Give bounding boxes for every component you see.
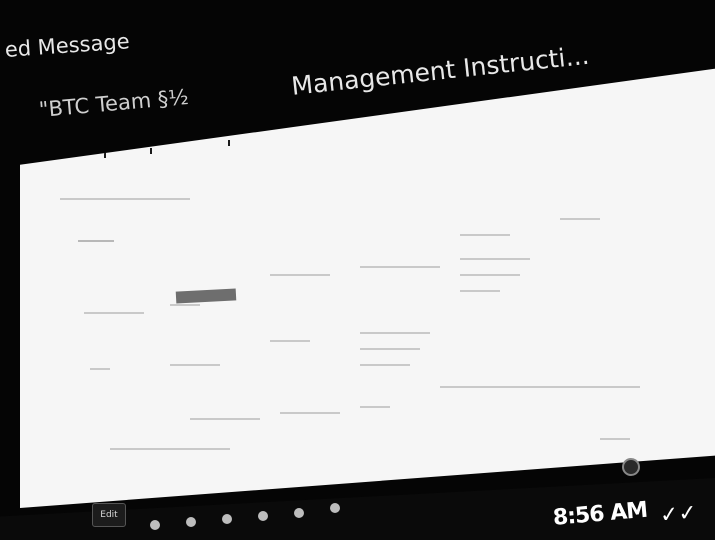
taskbar-app-icon[interactable]: [186, 517, 196, 527]
ruler-mark: [386, 108, 388, 114]
doc-text-line: [280, 412, 340, 414]
doc-text-line: [170, 364, 220, 366]
doc-text-line: [360, 266, 440, 268]
doc-text-line: [460, 274, 520, 276]
ruler-mark: [228, 140, 230, 146]
taskbar-app-icon[interactable]: [222, 514, 232, 524]
forwarded-message-label: ed Message: [4, 29, 131, 62]
doc-text-line: [360, 348, 420, 350]
sender-name: "BTC Team §½: [38, 84, 190, 122]
doc-text-line: [170, 304, 200, 306]
doc-text-line: [60, 198, 190, 200]
doc-text-line: [360, 332, 430, 334]
doc-text-line: [360, 364, 410, 366]
doc-text-line: [78, 240, 114, 242]
taskbar-app-icon[interactable]: [330, 503, 340, 513]
doc-text-line: [460, 258, 530, 260]
photographed-screen: [20, 68, 715, 508]
doc-text-line: [460, 290, 500, 292]
doc-text-line: [110, 448, 230, 450]
ruler-mark: [516, 84, 518, 90]
taskbar-app-icon[interactable]: [150, 520, 160, 530]
doc-text-line: [190, 418, 260, 420]
doc-text-line: [270, 340, 310, 342]
ruler-mark: [436, 100, 438, 106]
message-title: Management Instructi...: [290, 40, 591, 101]
doc-text-line: [270, 274, 330, 276]
tray-icon[interactable]: [622, 458, 640, 476]
taskbar-edit-button[interactable]: Edit: [92, 503, 126, 527]
doc-text-line: [560, 218, 600, 220]
doc-text-line: [360, 406, 390, 408]
ruler-mark: [150, 148, 152, 154]
ruler-mark: [104, 152, 106, 158]
taskbar-app-icon[interactable]: [294, 508, 304, 518]
read-receipt-icon: ✓✓: [658, 500, 698, 529]
doc-text-line: [600, 438, 630, 440]
taskbar-app-icon[interactable]: [258, 511, 268, 521]
doc-text-line: [460, 234, 510, 236]
doc-text-line: [440, 386, 640, 388]
doc-text-line: [90, 368, 110, 370]
doc-text-line: [84, 312, 144, 314]
